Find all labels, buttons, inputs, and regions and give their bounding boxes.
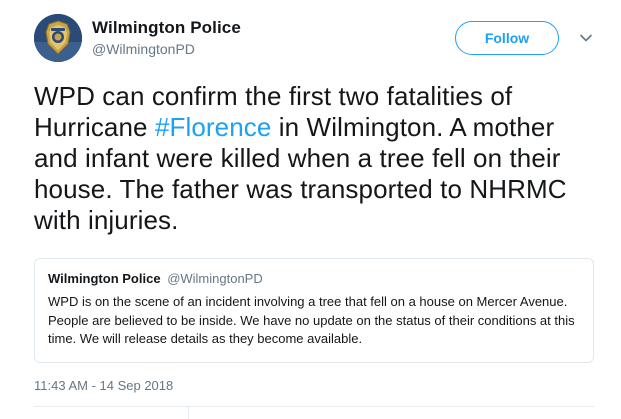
quoted-tweet-header: Wilmington Police @WilmingtonPD: [48, 271, 263, 286]
quoted-author-name: Wilmington Police: [48, 271, 161, 286]
author-display-name[interactable]: Wilmington Police: [92, 18, 241, 38]
police-badge-icon: [34, 14, 82, 62]
chevron-down-icon: [580, 34, 592, 42]
tweet-timestamp[interactable]: 11:43 AM - 14 Sep 2018: [34, 378, 173, 393]
tweet-card: Wilmington Police @WilmingtonPD Follow W…: [0, 0, 621, 419]
quoted-tweet-text: WPD is on the scene of an incident invol…: [48, 294, 575, 346]
follow-button[interactable]: Follow: [455, 21, 559, 55]
more-options-button[interactable]: [578, 30, 594, 46]
quoted-author-handle: @WilmingtonPD: [167, 271, 263, 286]
author-handle[interactable]: @WilmingtonPD: [92, 41, 195, 57]
divider: [34, 406, 594, 407]
stats-divider: [188, 406, 189, 419]
avatar[interactable]: [34, 14, 82, 62]
quoted-tweet[interactable]: Wilmington Police @WilmingtonPD WPD is o…: [34, 258, 594, 363]
tweet-text: WPD can confirm the first two fatalities…: [34, 81, 604, 236]
hashtag-link[interactable]: #Florence: [155, 112, 272, 142]
